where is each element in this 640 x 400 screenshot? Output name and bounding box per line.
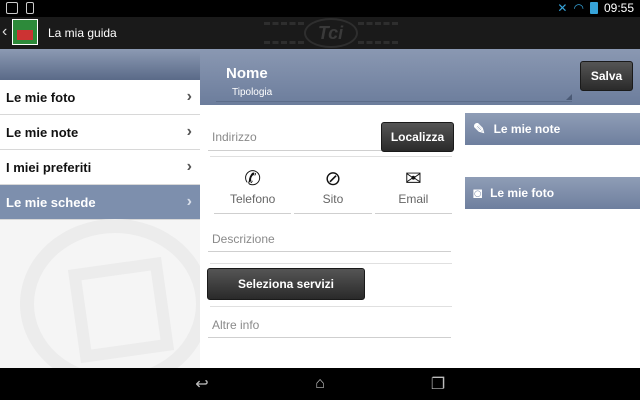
- image-icon: [6, 2, 18, 14]
- sidebar-item-label: Le mie schede: [6, 194, 96, 210]
- le-mie-note-card[interactable]: ✎ Le mie note: [465, 113, 640, 145]
- descrizione-input[interactable]: Descrizione: [208, 226, 451, 252]
- le-mie-note-label: Le mie note: [493, 122, 561, 136]
- le-mie-foto-label: Le mie foto: [490, 186, 555, 200]
- tci-watermark-large: [20, 219, 200, 368]
- sidebar-item-le-mie-schede[interactable]: Le mie schede ›: [0, 185, 200, 220]
- divider: [210, 306, 452, 307]
- detail-form: Nome Tipologia Salva Indirizzo Localizza…: [200, 49, 640, 368]
- localizza-button[interactable]: Localizza: [381, 122, 454, 152]
- sito-button[interactable]: ⊘ Sito: [294, 160, 372, 214]
- signal-icon: ✕: [557, 1, 568, 15]
- back-icon[interactable]: ↩: [188, 374, 216, 394]
- sidebar-item-i-miei-preferiti[interactable]: I miei preferiti ›: [0, 150, 200, 185]
- tci-watermark: Tci: [258, 17, 403, 49]
- tipologia-label: Tipologia: [232, 87, 273, 98]
- sito-label: Sito: [322, 192, 344, 206]
- email-button[interactable]: ✉ Email: [374, 160, 452, 214]
- home-icon[interactable]: ⌂: [306, 375, 334, 393]
- recent-apps-icon[interactable]: ❐: [424, 374, 452, 394]
- altre-info-input[interactable]: Altre info: [208, 312, 451, 338]
- app-logo-icon[interactable]: [12, 19, 38, 45]
- phone-icon: [26, 2, 34, 14]
- nome-field[interactable]: Nome: [226, 65, 268, 82]
- telefono-button[interactable]: ✆ Telefono: [214, 160, 292, 214]
- divider: [210, 156, 452, 157]
- form-header: Nome Tipologia Salva: [200, 49, 640, 105]
- film-strip-right: [357, 22, 398, 44]
- edit-note-icon: ✎: [473, 121, 486, 138]
- content-area: Le mie foto › Le mie note › I miei prefe…: [0, 49, 640, 368]
- battery-icon: [589, 2, 598, 14]
- sidebar-item-label: Le mie foto: [6, 89, 76, 105]
- sidebar-item-le-mie-foto[interactable]: Le mie foto ›: [0, 80, 200, 115]
- page-title: La mia guida: [48, 26, 117, 40]
- chevron-right-icon: ›: [186, 123, 192, 140]
- camera-icon: ◙: [473, 184, 483, 202]
- save-button[interactable]: Salva: [580, 61, 633, 91]
- divider: [210, 263, 452, 264]
- navigation-bar: ↩ ⌂ ❐: [0, 368, 640, 400]
- status-bar: ✕ ◠ 09:55: [0, 0, 640, 17]
- telefono-label: Telefono: [229, 192, 276, 206]
- spinner-triangle-icon: [566, 94, 572, 100]
- sidebar-item-le-mie-note[interactable]: Le mie note ›: [0, 115, 200, 150]
- notification-icons: [6, 2, 34, 14]
- contact-buttons: ✆ Telefono ⊘ Sito ✉ Email: [214, 160, 452, 214]
- sidebar-item-label: I miei preferiti: [6, 159, 92, 175]
- chevron-right-icon: ›: [186, 193, 192, 210]
- action-bar: ‹ La mia guida Tci: [0, 17, 640, 49]
- sidebar-banner: [0, 49, 200, 80]
- tci-logo: Tci: [303, 18, 358, 48]
- sidebar-item-label: Le mie note: [6, 124, 79, 140]
- tipologia-spinner[interactable]: Tipologia: [216, 87, 572, 102]
- le-mie-foto-card[interactable]: ◙ Le mie foto: [465, 177, 640, 209]
- clock: 09:55: [603, 1, 634, 15]
- wifi-icon: ◠: [573, 1, 584, 15]
- chevron-right-icon: ›: [186, 158, 192, 175]
- film-strip-left: [263, 22, 304, 44]
- email-label: Email: [398, 192, 429, 206]
- envelope-icon: ✉: [404, 168, 422, 190]
- sidebar: Le mie foto › Le mie note › I miei prefe…: [0, 49, 200, 368]
- phone-icon: ✆: [244, 168, 262, 190]
- compass-icon: ⊘: [324, 168, 342, 190]
- back-chevron-icon[interactable]: ‹: [2, 23, 7, 41]
- seleziona-servizi-button[interactable]: Seleziona servizi: [207, 268, 365, 300]
- chevron-right-icon: ›: [186, 88, 192, 105]
- system-icons: ✕ ◠ 09:55: [557, 1, 634, 15]
